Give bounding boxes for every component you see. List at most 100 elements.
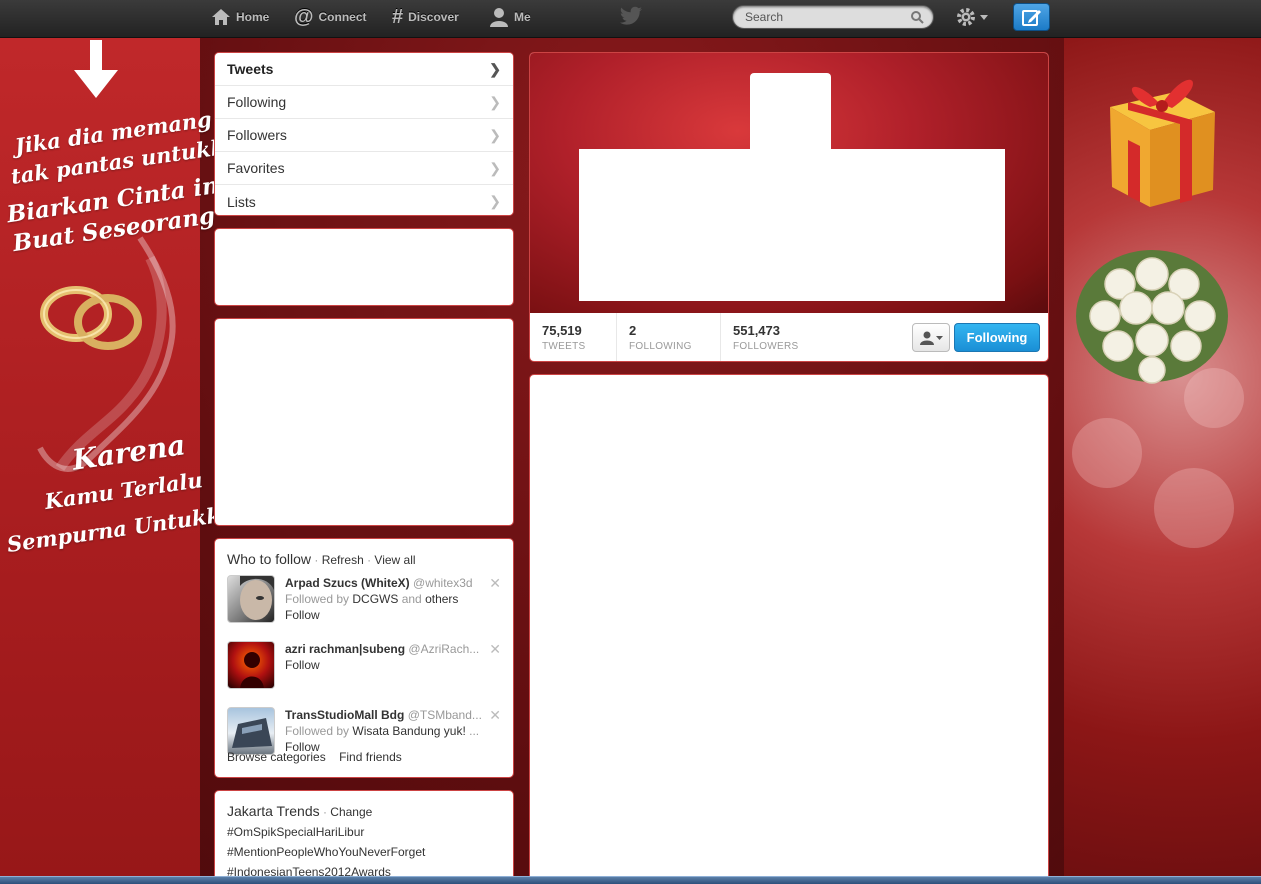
search-placeholder: Search [745,10,784,24]
chevron-down-icon [935,335,943,340]
user-name[interactable]: Arpad Szucs (WhiteX) [285,576,410,590]
user-handle: @whitex3d [413,576,473,590]
close-icon[interactable]: ✕ [489,641,501,658]
avatar[interactable] [227,707,275,755]
rose-bouquet-icon [1076,250,1228,384]
stat-tweets[interactable]: 75,519 TWEETS [530,313,617,361]
followed-by: Followed by DCGWS and others [285,591,495,607]
stat-label: TWEETS [542,341,586,352]
nav-me-label: Me [514,10,531,24]
nav-item-label: Following [227,94,287,110]
empty-widget-1 [214,228,514,306]
connect-icon: @ [294,5,314,28]
chevron-right-icon: ❯ [489,126,501,143]
user-name[interactable]: TransStudioMall Bdg [285,708,404,722]
suggestion-item: azri rachman|subeng @AzriRach... Follow … [227,641,501,699]
user-handle: @AzriRach... [408,642,480,656]
trend-item[interactable]: #OmSpikSpecialHariLibur [227,825,501,839]
nav-lists[interactable]: Lists ❯ [215,185,513,215]
top-navigation-bar: Home @ Connect # Discover Me Search [0,0,1261,38]
separator: · [363,553,375,567]
separator: · [311,553,322,567]
nav-item-label: Tweets [227,61,274,77]
followed-by-user[interactable]: DCGWS [352,592,398,606]
view-all-link[interactable]: View all [374,553,415,567]
avatar[interactable] [227,641,275,689]
trend-item[interactable]: #MentionPeopleWhoYouNeverForget [227,845,501,859]
compose-tweet-button[interactable] [1013,3,1050,31]
follow-link[interactable]: Follow [285,657,495,673]
suggestion-info: azri rachman|subeng @AzriRach... Follow [285,641,495,673]
search-icon[interactable] [911,11,924,24]
os-taskbar [0,876,1261,884]
trends-title: Jakarta Trends [227,803,320,819]
profile-avatar-placeholder[interactable] [750,73,831,153]
gift-box-icon [1110,79,1215,207]
stat-followers[interactable]: 551,473 FOLLOWERS [721,313,831,361]
suggestion-info: TransStudioMall Bdg @TSMband... Followed… [285,707,495,755]
nav-item-label: Favorites [227,160,285,176]
profile-card: 75,519 TWEETS 2 FOLLOWING 551,473 FOLLOW… [529,52,1049,362]
background-right-artwork [1064,38,1261,884]
followed-by: Followed by Wisata Bandung yuk! ... [285,723,495,739]
stat-label: FOLLOWERS [733,341,799,352]
suggestion-item: Arpad Szucs (WhiteX) @whitex3d Followed … [227,575,501,633]
follow-link[interactable]: Follow [285,607,495,623]
nav-following[interactable]: Following ❯ [215,86,513,119]
nav-favorites[interactable]: Favorites ❯ [215,152,513,185]
followed-by-prefix: Followed by [285,592,353,606]
followed-by-ellipsis: ... [465,724,480,738]
stat-label: FOLLOWING [629,341,692,352]
twitter-bird-icon[interactable] [619,6,643,26]
stat-number: 75,519 [542,323,582,338]
nav-home[interactable]: Home [211,0,269,34]
followed-by-user[interactable]: Wisata Bandung yuk! [352,724,465,738]
followed-by-others[interactable]: others [425,592,458,606]
suggestion-info: Arpad Szucs (WhiteX) @whitex3d Followed … [285,575,495,623]
separator: · [319,805,331,819]
stat-following[interactable]: 2 FOLLOWING [617,313,721,361]
user-name[interactable]: azri rachman|subeng [285,642,405,656]
user-actions-dropdown[interactable] [912,323,950,352]
change-trends-link[interactable]: Change [330,805,372,819]
arrow-down-icon [74,40,118,98]
home-icon [212,9,230,25]
trends-module: Jakarta Trends · Change #OmSpikSpecialHa… [214,790,514,884]
avatar[interactable] [227,575,275,623]
nav-discover-label: Discover [408,10,459,24]
followed-by-prefix: Followed by [285,724,353,738]
discover-icon: # [392,5,404,28]
nav-connect[interactable]: @ Connect [294,0,367,34]
settings-menu[interactable] [955,6,988,28]
following-button[interactable]: Following [954,323,1040,352]
empty-widget-2 [214,318,514,526]
close-icon[interactable]: ✕ [489,707,501,724]
nav-followers[interactable]: Followers ❯ [215,119,513,152]
chevron-right-icon: ❯ [489,93,501,110]
user-handle: @TSMband... [407,708,482,722]
who-to-follow-header: Who to follow · Refresh · View all [227,551,501,567]
close-icon[interactable]: ✕ [489,575,501,592]
background-left-artwork: Jika dia memang tak pantas untukku Biark… [0,38,242,884]
artwork-text-7: Sempurna Untukku [5,500,238,557]
chevron-right-icon: ❯ [489,193,501,209]
nav-home-label: Home [236,10,270,24]
refresh-link[interactable]: Refresh [322,553,364,567]
nav-connect-label: Connect [318,10,367,24]
nav-discover[interactable]: # Discover [392,0,459,34]
nav-me[interactable]: Me [489,0,531,34]
find-friends-link[interactable]: Find friends [339,750,402,764]
gear-icon [957,8,975,26]
nav-item-label: Followers [227,127,287,143]
profile-stats: 75,519 TWEETS 2 FOLLOWING 551,473 FOLLOW… [530,313,1048,361]
followed-by-and: and [398,592,426,606]
me-icon [490,8,508,27]
nav-tweets[interactable]: Tweets ❯ [215,53,513,86]
who-to-follow-module: Who to follow · Refresh · View all Arpad… [214,538,514,778]
who-to-follow-title: Who to follow [227,551,312,567]
trends-header: Jakarta Trends · Change [227,803,501,819]
chevron-down-icon [980,14,988,20]
search-input[interactable]: Search [732,5,934,29]
chevron-right-icon: ❯ [489,159,501,176]
browse-categories-link[interactable]: Browse categories [227,750,326,764]
